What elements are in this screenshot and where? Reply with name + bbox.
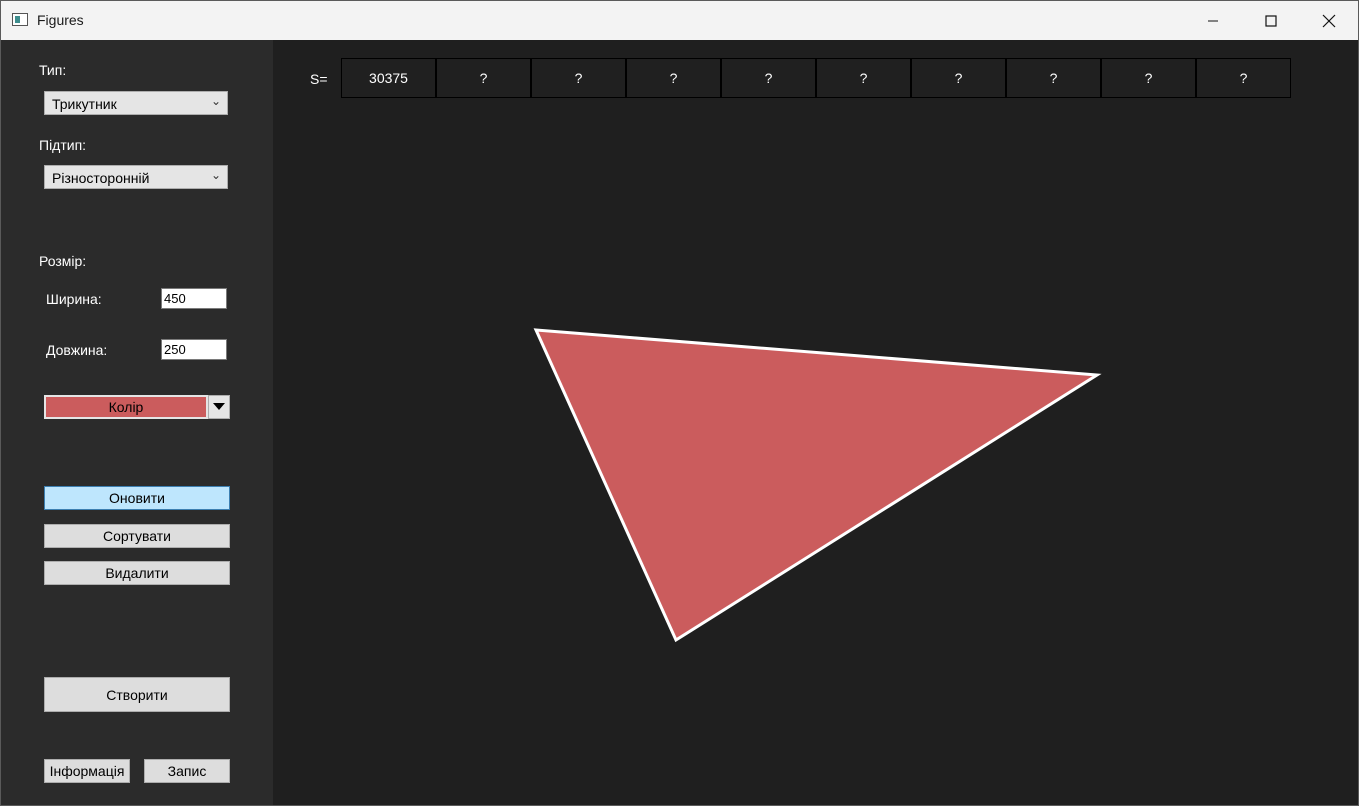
create-button[interactable]: Створити [44,677,230,712]
app-window: Figures Тип: Трикутник ⌄ Підтип: Різност… [0,0,1359,806]
color-label: Колір [108,399,144,415]
color-dropdown-button[interactable] [208,395,230,419]
triangle-figure[interactable] [533,328,1102,643]
sort-button[interactable]: Сортувати [44,524,230,548]
save-button[interactable]: Запис [144,759,230,783]
refresh-button[interactable]: Оновити [44,486,230,510]
control-panel: Тип: Трикутник ⌄ Підтип: Різносторонній … [1,40,273,805]
color-picker[interactable]: Колір [44,395,208,419]
minimize-icon [1208,20,1218,21]
length-label: Довжина: [46,342,108,358]
type-label: Тип: [39,62,67,78]
close-button[interactable] [1300,1,1358,40]
info-button-label: Інформація [49,763,125,779]
maximize-icon [1265,14,1277,27]
size-label: Розмір: [39,253,87,269]
subtype-label: Підтип: [39,137,87,153]
subtype-select[interactable]: Різносторонній ⌄ [44,165,228,189]
minimize-button[interactable] [1184,1,1242,40]
subtype-select-value: Різносторонній [52,170,150,186]
chevron-down-icon: ⌄ [210,168,221,182]
type-select-value: Трикутник [52,96,117,112]
info-button[interactable]: Інформація [44,759,130,783]
maximize-button[interactable] [1242,1,1300,40]
close-icon [1322,14,1336,27]
title-bar[interactable]: Figures [1,1,1358,40]
type-select[interactable]: Трикутник ⌄ [44,91,228,115]
delete-button[interactable]: Видалити [44,561,230,585]
window-app-icon [12,13,28,26]
window-title: Figures [37,12,84,28]
refresh-button-label: Оновити [109,490,165,506]
save-button-label: Запис [167,763,207,779]
width-input[interactable] [161,288,227,309]
create-button-label: Створити [106,686,168,703]
drawing-area[interactable]: S= 30375????????? [273,40,1358,805]
length-input[interactable] [161,339,227,360]
figure-canvas [533,328,1102,643]
chevron-down-icon [213,403,225,410]
chevron-down-icon: ⌄ [210,94,221,108]
delete-button-label: Видалити [105,565,169,581]
sort-button-label: Сортувати [103,528,171,544]
width-label: Ширина: [46,291,102,307]
